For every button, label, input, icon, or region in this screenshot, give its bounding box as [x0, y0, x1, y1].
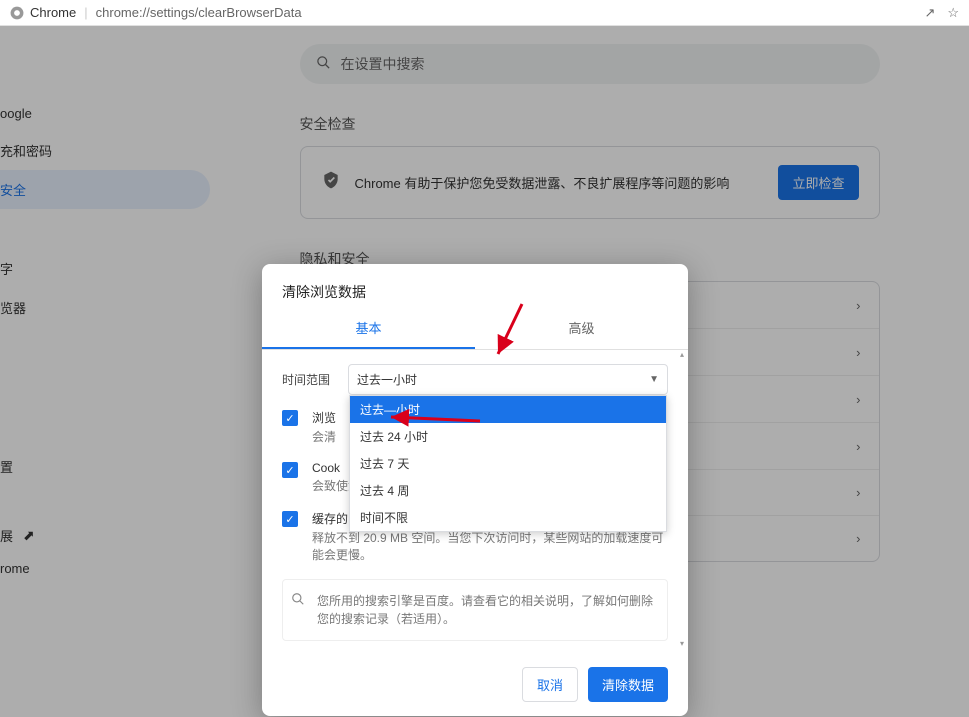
dropdown-option[interactable]: 过去 24 小时: [350, 423, 666, 450]
safety-desc: Chrome 有助于保护您免受数据泄露、不良扩展程序等问题的影响: [355, 173, 765, 192]
chevron-right-icon: ›: [856, 485, 860, 500]
checkbox-cache[interactable]: ✓: [282, 511, 298, 527]
safety-check-card: Chrome 有助于保护您免受数据泄露、不良扩展程序等问题的影响 立即检查: [300, 146, 880, 219]
clear-browsing-data-dialog: 清除浏览数据 基本 高级 时间范围 过去一小时 ▼ 过去—小时 过去 24 小时…: [262, 264, 688, 716]
dropdown-option[interactable]: 过去 4 周: [350, 477, 666, 504]
chevron-right-icon: ›: [856, 298, 860, 313]
search-icon: [291, 592, 305, 628]
star-icon[interactable]: ☆: [947, 5, 959, 21]
url-text: chrome://settings/clearBrowserData: [96, 5, 302, 20]
tab-advanced[interactable]: 高级: [475, 308, 688, 349]
dialog-title: 清除浏览数据: [262, 264, 688, 308]
cancel-button[interactable]: 取消: [522, 667, 578, 702]
checkbox-cookies[interactable]: ✓: [282, 462, 298, 478]
check-now-button[interactable]: 立即检查: [778, 165, 858, 200]
dropdown-option[interactable]: 时间不限: [350, 504, 666, 531]
chevron-down-icon: ▼: [649, 374, 659, 385]
chevron-right-icon: ›: [856, 531, 860, 546]
search-engine-info: 您所用的搜索引擎是百度。请查看它的相关说明，了解如何删除您的搜索记录（若适用）。: [282, 579, 668, 641]
sidebar-item-default-browser[interactable]: 览器: [0, 288, 210, 327]
scroll-up-icon[interactable]: ▴: [678, 350, 686, 360]
tab-basic[interactable]: 基本: [262, 308, 475, 349]
checkbox-history[interactable]: ✓: [282, 410, 298, 426]
chevron-right-icon: ›: [856, 345, 860, 360]
share-icon[interactable]: ↗: [924, 5, 935, 21]
sidebar-item-appearance[interactable]: 字: [0, 249, 210, 288]
sidebar-item-google[interactable]: oogle: [0, 96, 210, 131]
dialog-tabs: 基本 高级: [262, 308, 688, 350]
clear-data-button[interactable]: 清除数据: [588, 667, 668, 702]
sidebar-item-autofill[interactable]: 充和密码: [0, 131, 210, 170]
sidebar-item-reset[interactable]: 置: [0, 447, 210, 486]
chevron-right-icon: ›: [856, 392, 860, 407]
dialog-scrollbar[interactable]: ▴ ▾: [678, 350, 686, 649]
section-title-safety: 安全检查: [300, 114, 880, 134]
shield-icon: [321, 170, 341, 195]
external-link-icon: ⬈: [23, 527, 35, 544]
chevron-right-icon: ›: [856, 439, 860, 454]
time-range-dropdown[interactable]: 过去一小时 ▼ 过去—小时 过去 24 小时 过去 7 天 过去 4 周 时间不…: [348, 364, 668, 395]
dropdown-value: 过去一小时: [357, 371, 649, 388]
sidebar-item-privacy[interactable]: 安全: [0, 170, 210, 209]
sidebar-item-extensions[interactable]: 展: [0, 526, 13, 545]
dropdown-option[interactable]: 过去—小时: [350, 396, 666, 423]
time-range-menu: 过去—小时 过去 24 小时 过去 7 天 过去 4 周 时间不限: [349, 395, 667, 532]
settings-search[interactable]: 在设置中搜索: [300, 44, 880, 84]
dropdown-option[interactable]: 过去 7 天: [350, 450, 666, 477]
browser-address-bar: Chrome | chrome://settings/clearBrowserD…: [0, 0, 969, 26]
search-placeholder: 在设置中搜索: [341, 54, 425, 74]
tab-title: Chrome: [30, 5, 76, 20]
chrome-icon: [10, 6, 24, 20]
scroll-down-icon[interactable]: ▾: [678, 639, 686, 649]
separator: |: [84, 5, 87, 20]
sidebar: oogle 充和密码 安全 字 览器 置 展 ⬈ rome: [0, 26, 210, 717]
search-icon: [316, 55, 331, 73]
time-range-label: 时间范围: [282, 371, 334, 388]
sidebar-item-about[interactable]: rome: [0, 551, 210, 586]
